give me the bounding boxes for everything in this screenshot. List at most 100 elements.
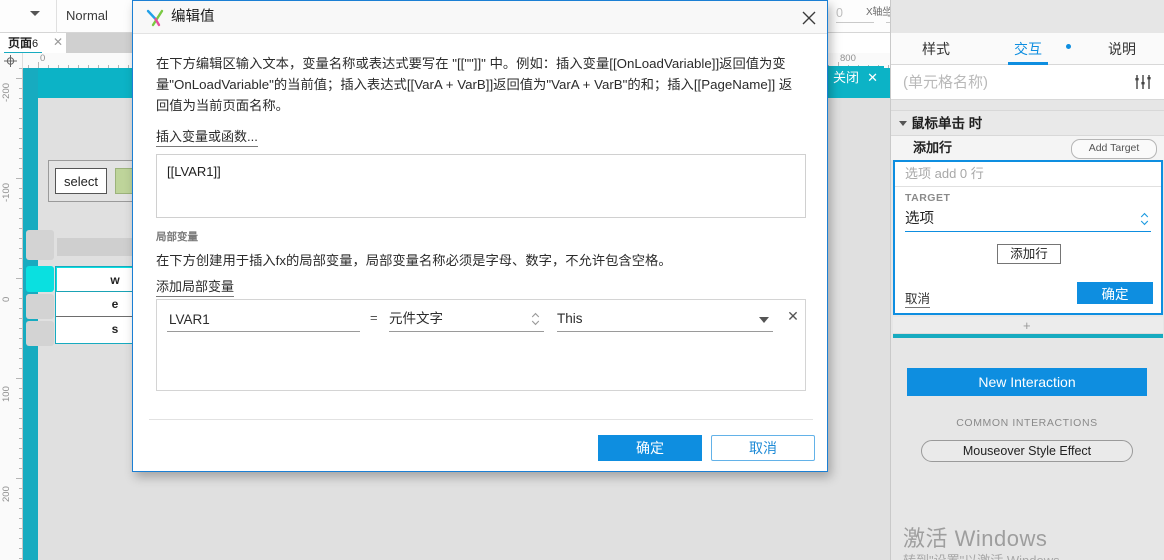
chevron-down-icon: [759, 317, 769, 323]
windows-activation-subtitle: 转到"设置"以激活 Windows: [903, 550, 1060, 560]
ruler-label: 100: [1, 386, 12, 402]
ruler-tick: [19, 238, 22, 239]
local-variables-heading: 局部变量: [156, 231, 198, 243]
ruler-tick: [19, 538, 22, 539]
dialog-footer-separator: [149, 419, 813, 420]
ruler-tick: [19, 98, 22, 99]
close-icon: [802, 11, 816, 25]
ruler-tick: [19, 288, 22, 289]
app-window: Normal 0 X轴坐 0 y轴坐 100 宽度 30 高度 页面6 ✕: [0, 0, 1164, 560]
ruler-tick: [19, 488, 22, 489]
expression-editor[interactable]: [156, 154, 806, 218]
ruler-tick: [19, 248, 22, 249]
add-local-variable-link[interactable]: 添加局部变量: [156, 276, 235, 297]
add-action-row[interactable]: +: [893, 317, 1163, 334]
action-row[interactable]: 添加行 Add Target: [891, 136, 1164, 160]
ruler-tick: [16, 478, 22, 479]
sliders-icon[interactable]: [1135, 75, 1151, 89]
ruler-tick: [19, 468, 22, 469]
tab-style[interactable]: 样式: [901, 33, 971, 65]
equals-sign: =: [370, 310, 378, 325]
tab-interactions[interactable]: 交互: [993, 33, 1071, 65]
ruler-label: 0: [1, 296, 12, 302]
variable-target-value: This: [557, 311, 583, 326]
add-row-button[interactable]: 添加行: [997, 244, 1061, 264]
spinner-icon[interactable]: [1140, 211, 1149, 227]
row-handle-3[interactable]: [26, 294, 54, 319]
ruler-tick: [19, 68, 22, 69]
new-interaction-button[interactable]: New Interaction: [907, 368, 1147, 396]
ruler-tick: [19, 198, 22, 199]
ruler-tick: [19, 358, 22, 359]
style-dropdown-caret-icon[interactable]: [30, 11, 40, 16]
windows-activation-title: 激活 Windows: [903, 526, 1048, 551]
ruler-tick: [19, 298, 22, 299]
local-variables-description: 在下方创建用于插入fx的局部变量，局部变量名称必须是字母、数字，不允许包含空格。: [156, 253, 672, 268]
ruler-tick: [19, 348, 22, 349]
close-tag-close-icon[interactable]: ✕: [867, 66, 878, 90]
row-handle-4[interactable]: [26, 321, 54, 346]
ruler-tick: [19, 388, 22, 389]
edit-value-dialog: 编辑值 在下方编辑区输入文本，变量名称或表达式要写在 "[[""]]" 中。例如…: [132, 0, 828, 472]
page-tab[interactable]: 页面6: [4, 35, 43, 54]
ruler-tick: [19, 138, 22, 139]
ruler-tick: [19, 418, 22, 419]
dialog-cancel-button[interactable]: 取消: [711, 435, 815, 461]
page-tab-number: 6: [32, 38, 39, 50]
toolbar-divider: [56, 0, 57, 33]
crosshair-icon: [4, 55, 17, 67]
ruler-tick: [19, 218, 22, 219]
ruler-origin-marker[interactable]: [0, 53, 23, 68]
row-handle-2[interactable]: [26, 266, 54, 292]
ruler-label: -200: [1, 82, 12, 102]
ruler-tick: [19, 128, 22, 129]
ruler-tick: [19, 308, 22, 309]
tab-modified-dot-icon: [1066, 44, 1071, 49]
action-editor-popup: 选项 add 0 行 TARGET 选项 添加行 取消 确定: [893, 160, 1163, 315]
event-section-label: 鼠标单击 时: [911, 116, 983, 131]
row-handle-1[interactable]: [26, 230, 54, 260]
spinner-icon[interactable]: [531, 311, 540, 327]
ruler-label: 800: [840, 53, 856, 64]
axure-logo-icon: [146, 9, 164, 27]
close-tag-label: 关闭: [833, 70, 860, 85]
variable-type-select[interactable]: 元件文字: [389, 308, 544, 332]
variable-target-select[interactable]: This: [557, 308, 773, 332]
mouseover-style-effect-button[interactable]: Mouseover Style Effect: [921, 440, 1133, 462]
editor-confirm-button[interactable]: 确定: [1077, 282, 1153, 304]
ruler-tick: [19, 148, 22, 149]
element-name-field[interactable]: (单元格名称): [891, 65, 1164, 100]
ruler-tick: [19, 228, 22, 229]
ruler-tick: [19, 368, 22, 369]
ruler-tick: [19, 428, 22, 429]
dialog-ok-button[interactable]: 确定: [598, 435, 702, 461]
ruler-tick: [19, 518, 22, 519]
ruler-label: -100: [1, 182, 12, 202]
local-variable-name-input[interactable]: [167, 308, 360, 332]
vertical-ruler[interactable]: -200 -100 0 100 200: [0, 68, 23, 560]
close-tag-widget[interactable]: 关闭 ✕: [828, 66, 884, 90]
add-target-button[interactable]: Add Target: [1071, 139, 1157, 159]
editor-cancel-link[interactable]: 取消: [905, 288, 931, 308]
right-inspector-panel: 样式 交互 说明 (单元格名称) 鼠标单击 时 添加行 Add Target 选…: [890, 0, 1164, 560]
ruler-tick: [19, 448, 22, 449]
ruler-tick: [19, 458, 22, 459]
target-select[interactable]: 选项: [905, 208, 1151, 232]
delete-variable-row-button[interactable]: ✕: [785, 308, 801, 324]
ruler-tick: [19, 548, 22, 549]
ruler-tick: [19, 328, 22, 329]
ruler-tick: [19, 528, 22, 529]
ruler-tick: [19, 558, 22, 559]
event-section-header[interactable]: 鼠标单击 时: [891, 110, 1164, 136]
plus-icon: +: [1023, 318, 1031, 333]
page-tab-close-icon[interactable]: ✕: [52, 36, 64, 48]
page-tab-label: 页面: [8, 36, 33, 50]
ruler-tick: [16, 378, 22, 379]
tab-notes[interactable]: 说明: [1087, 33, 1157, 65]
ruler-tick: [19, 268, 22, 269]
ruler-tick: [19, 498, 22, 499]
insert-variable-link[interactable]: 插入变量或函数...: [156, 126, 258, 147]
dialog-close-button[interactable]: [797, 6, 821, 30]
target-value: 选项: [905, 211, 934, 227]
chevron-down-icon: [899, 121, 907, 126]
